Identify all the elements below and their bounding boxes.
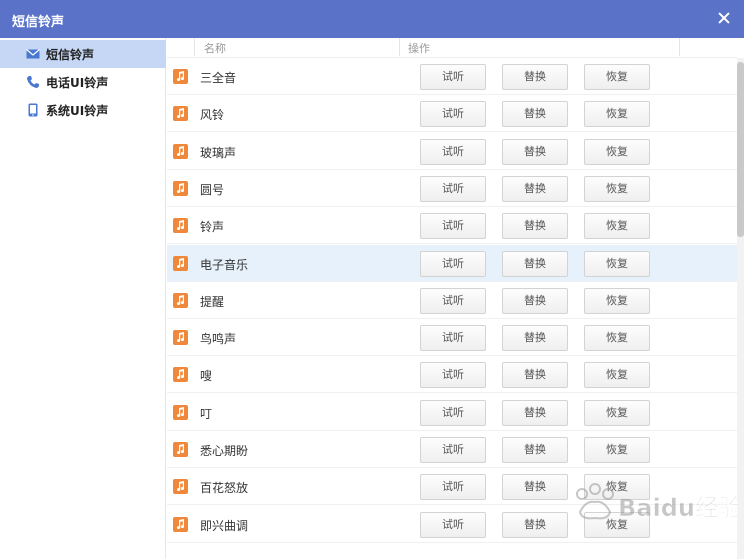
restore-button[interactable]: 恢复 [584,437,650,463]
music-note-icon [173,442,188,457]
replace-button[interactable]: 替换 [502,250,568,277]
ringtone-name: 叮 [200,406,213,421]
ringtone-name: 悉心期盼 [200,444,249,458]
table-row[interactable]: 悉心期盼 试听 替换 恢复 [167,431,737,468]
replace-button[interactable]: 替换 [502,287,568,314]
envelope-icon [26,49,40,59]
music-note-icon [173,180,188,196]
window-title: 短信铃声 [12,15,65,30]
ringtone-name: 三全音 [200,71,237,85]
table-row[interactable]: 电子音乐 试听 替换 恢复 [167,244,737,282]
replace-button[interactable]: 替换 [502,64,568,90]
replace-button[interactable]: 替换 [502,511,568,538]
preview-button[interactable]: 试听 [420,101,486,128]
preview-button[interactable]: 试听 [420,474,486,501]
restore-button[interactable]: 恢复 [584,138,650,165]
ringtone-name: 玻璃声 [200,145,237,160]
sidebar-item-label: 短信铃声 [46,48,95,62]
table-row[interactable]: 提醒 试听 替换 恢复 [167,282,737,319]
phone-icon [27,76,39,88]
table-row[interactable]: 圆号 试听 替换 恢复 [167,170,737,207]
ringtone-name: 圆号 [200,182,225,197]
ringtone-name: 提醒 [200,294,225,309]
restore-button[interactable]: 恢复 [584,64,650,90]
music-note-icon [173,404,188,420]
restore-button[interactable]: 恢复 [584,175,650,202]
replace-button[interactable]: 替换 [502,399,568,426]
restore-button[interactable]: 恢复 [584,287,650,314]
replace-button[interactable]: 替换 [502,101,568,128]
music-note-icon [173,516,188,532]
table-row[interactable]: 风铃 试听 替换 恢复 [167,95,737,133]
header-divider [399,38,400,56]
music-note-icon [173,143,188,159]
preview-button[interactable]: 试听 [420,64,486,90]
sidebar-item-label: 电话UI铃声 [46,76,109,90]
header-name: 名称 [204,42,226,55]
restore-button[interactable]: 恢复 [584,325,650,352]
restore-button[interactable]: 恢复 [584,213,650,240]
preview-button[interactable]: 试听 [420,362,486,389]
music-note-icon [173,330,188,346]
preview-button[interactable]: 试听 [420,287,486,314]
sidebar: 短信铃声 电话UI铃声 系统UI铃声 [0,38,166,559]
preview-button[interactable]: 试听 [420,511,486,538]
sidebar-item-system-ringtone[interactable]: 系统UI铃声 [0,96,166,124]
preview-button[interactable]: 试听 [420,138,486,165]
music-note-icon [173,106,188,122]
replace-button[interactable]: 替换 [502,138,568,165]
music-note-icon [173,292,188,308]
sidebar-item-phone-ringtone[interactable]: 电话UI铃声 [0,68,166,96]
ringtone-name: 百花怒放 [200,481,249,496]
music-note-icon [173,479,188,495]
table-header: 名称 操作 [167,38,737,58]
preview-button[interactable]: 试听 [420,175,486,202]
scrollbar-thumb[interactable] [737,62,744,237]
table-row[interactable]: 嗖 试听 替换 恢复 [167,356,737,394]
replace-button[interactable]: 替换 [502,213,568,240]
replace-button[interactable]: 替换 [502,325,568,352]
table-row[interactable]: 玻璃声 试听 替换 恢复 [167,133,737,170]
mobile-icon [28,103,38,117]
preview-button[interactable]: 试听 [420,250,486,277]
baidu-jingyan-watermark: Baidu经验 [576,483,738,522]
replace-button[interactable]: 替换 [502,437,568,463]
replace-button[interactable]: 替换 [502,362,568,389]
ringtone-name: 嗖 [200,369,213,384]
ringtone-name: 风铃 [200,108,225,123]
table-row[interactable]: 鸟鸣声 试听 替换 恢复 [167,319,737,357]
preview-button[interactable]: 试听 [420,437,486,463]
sidebar-item-label: 系统UI铃声 [46,104,109,118]
table-row[interactable]: 铃声 试听 替换 恢复 [167,207,737,245]
table-row[interactable]: 三全音 试听 替换 恢复 [167,58,737,95]
table-row[interactable]: 叮 试听 替换 恢复 [167,394,737,431]
restore-button[interactable]: 恢复 [584,250,650,277]
replace-button[interactable]: 替换 [502,474,568,501]
music-note-icon [173,367,188,383]
scrollbar[interactable] [737,58,744,559]
header-action: 操作 [408,42,430,55]
music-note-icon [173,218,188,234]
preview-button[interactable]: 试听 [420,213,486,240]
restore-button[interactable]: 恢复 [584,399,650,426]
title-bar: 短信铃声 [0,0,744,38]
header-divider [194,38,195,56]
close-icon[interactable] [716,10,732,26]
ringtone-name: 电子音乐 [200,257,249,272]
ringtone-name: 铃声 [200,220,225,235]
music-note-icon [173,255,188,271]
replace-button[interactable]: 替换 [502,175,568,202]
preview-button[interactable]: 试听 [420,325,486,352]
restore-button[interactable]: 恢复 [584,362,650,389]
preview-button[interactable]: 试听 [420,399,486,426]
sidebar-item-sms-ringtone[interactable]: 短信铃声 [0,40,166,68]
watermark-logo-text: Baidu经验 [618,494,738,522]
header-divider [679,38,680,56]
music-note-icon [173,69,188,84]
ringtone-name: 即兴曲调 [200,518,249,533]
restore-button[interactable]: 恢复 [584,101,650,128]
ringtone-name: 鸟鸣声 [200,332,237,347]
